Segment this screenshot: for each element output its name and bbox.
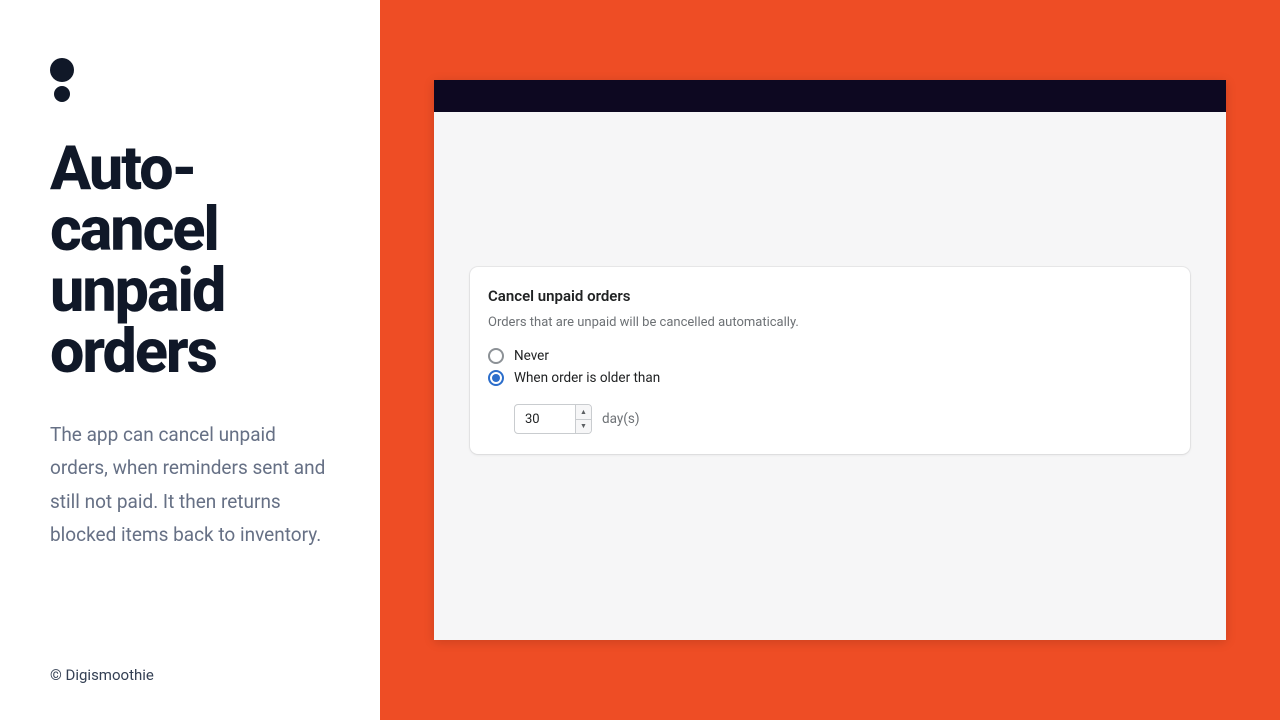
number-spinner: ▲ ▼ — [575, 405, 591, 433]
radio-input-older-than[interactable] — [488, 370, 504, 386]
radio-option-older-than[interactable]: When order is older than — [488, 370, 1172, 386]
logo-dot-small — [54, 86, 70, 102]
cancel-unpaid-orders-card: Cancel unpaid orders Orders that are unp… — [470, 267, 1190, 454]
logo-icon — [50, 58, 330, 102]
app-window: Cancel unpaid orders Orders that are unp… — [434, 80, 1226, 640]
copyright-text: © Digismoothie — [50, 666, 154, 684]
screenshot-panel: Cancel unpaid orders Orders that are unp… — [380, 0, 1280, 720]
days-number-field[interactable]: 30 ▲ ▼ — [514, 404, 592, 434]
app-topbar — [434, 80, 1226, 112]
page-heading: Auto-cancel unpaid orders — [50, 138, 330, 382]
card-title: Cancel unpaid orders — [488, 287, 1172, 305]
page-description: The app can cancel unpaid orders, when r… — [50, 418, 330, 551]
radio-label-older-than: When order is older than — [514, 370, 660, 386]
radio-group: Never When order is older than 30 ▲ ▼ — [488, 348, 1172, 434]
days-unit-label: day(s) — [602, 411, 640, 427]
spinner-down-button[interactable]: ▼ — [576, 420, 591, 434]
days-input[interactable]: 30 — [515, 405, 575, 433]
radio-input-never[interactable] — [488, 348, 504, 364]
card-subtitle: Orders that are unpaid will be cancelled… — [488, 315, 1172, 330]
app-body: Cancel unpaid orders Orders that are unp… — [434, 112, 1226, 640]
days-input-row: 30 ▲ ▼ day(s) — [514, 404, 1172, 434]
logo-dot-large — [50, 58, 74, 82]
spinner-up-button[interactable]: ▲ — [576, 405, 591, 420]
info-panel: Auto-cancel unpaid orders The app can ca… — [0, 0, 380, 720]
radio-label-never: Never — [514, 348, 549, 364]
radio-option-never[interactable]: Never — [488, 348, 1172, 364]
